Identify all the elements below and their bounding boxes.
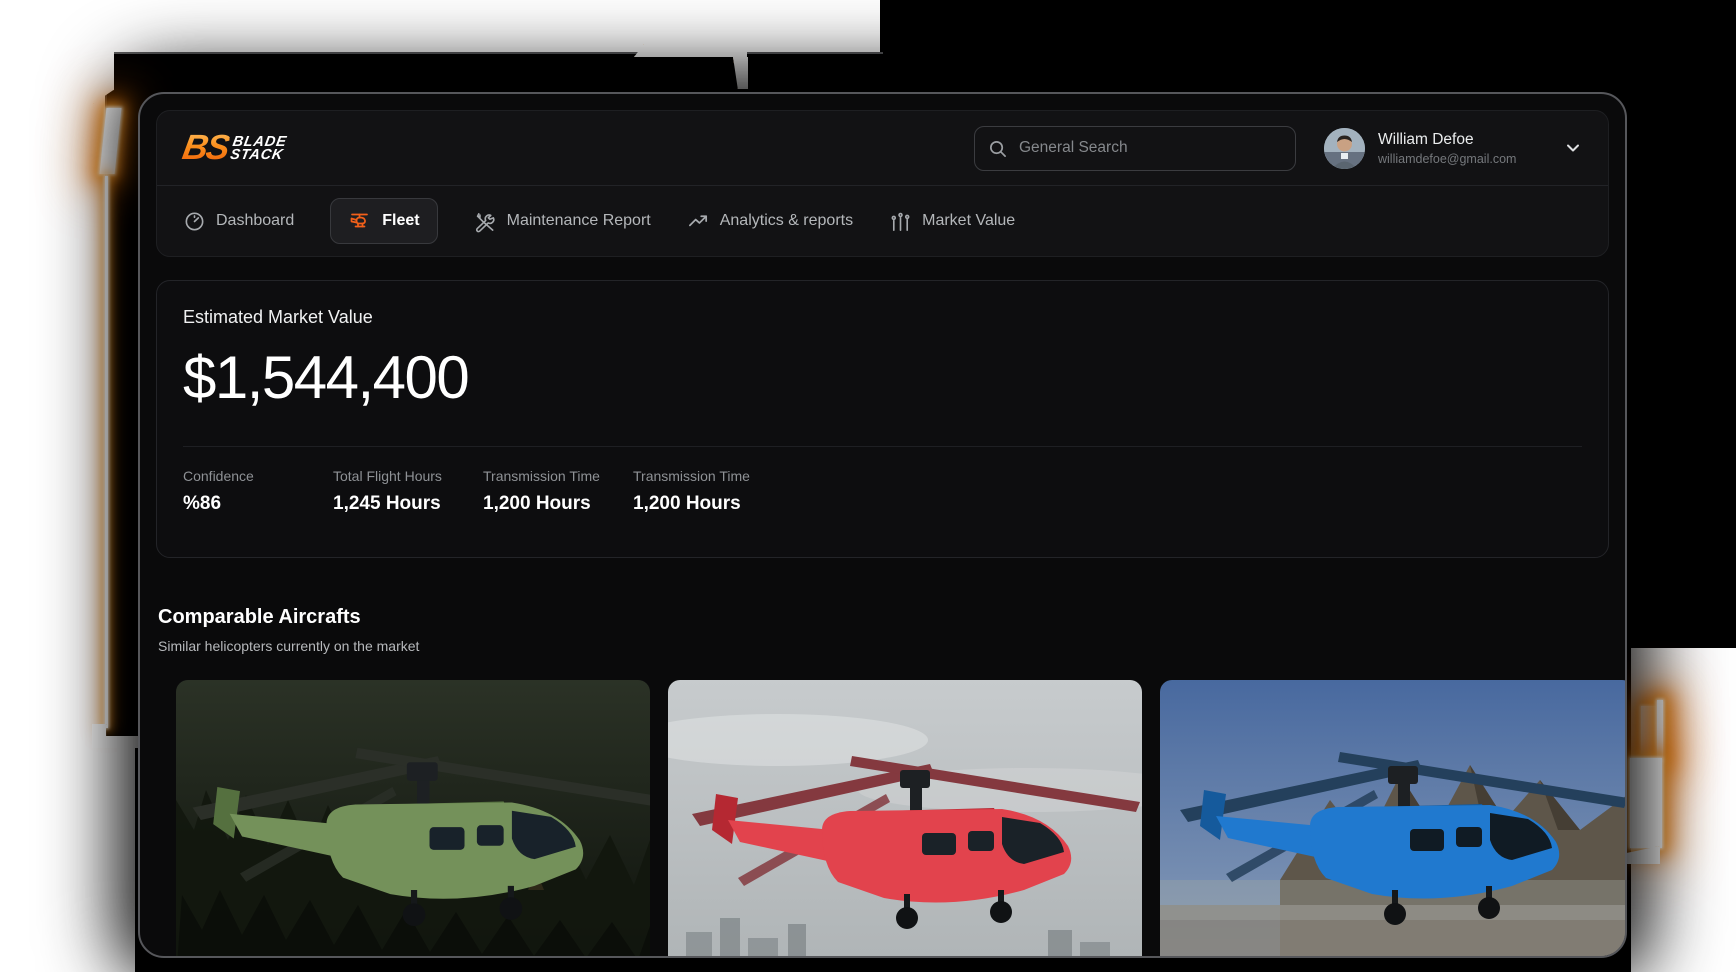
neon-accent-top-bar: [634, 44, 747, 57]
stats-row: Confidence %86 Total Flight Hours 1,245 …: [183, 468, 1582, 515]
market-value-amount: $1,544,400: [183, 343, 1582, 412]
trend-icon: [687, 210, 710, 233]
stat-value: 1,200 Hours: [633, 493, 783, 515]
gauge-icon: [183, 210, 206, 233]
header-row: BS BLADE STACK: [157, 111, 1608, 185]
search-box[interactable]: [974, 126, 1296, 171]
backdrop-top-edge: [105, 52, 883, 54]
stat-value: %86: [183, 493, 333, 515]
brand-logo[interactable]: BS BLADE STACK: [179, 128, 289, 168]
comparable-title: Comparable Aircrafts: [158, 606, 1625, 629]
neon-accent-right-line: [1657, 700, 1663, 762]
stat-label: Confidence: [183, 468, 333, 484]
nav-label: Dashboard: [216, 212, 294, 230]
neon-accent-right-panel: [1630, 758, 1662, 848]
page: BS BLADE STACK: [0, 0, 1736, 972]
aircraft-card-blue[interactable]: [1160, 680, 1627, 958]
stats-divider: [183, 446, 1582, 447]
brand-wordmark: BLADE STACK: [229, 136, 288, 163]
tools-icon: [474, 210, 497, 233]
helicopter-icon: [348, 209, 372, 233]
nav-item-fleet[interactable]: Fleet: [330, 198, 437, 244]
nav-item-market-value[interactable]: Market Value: [889, 210, 1015, 233]
stat-label: Transmission Time: [483, 468, 633, 484]
stat-label: Total Flight Hours: [333, 468, 483, 484]
stat-transmission-time-1: Transmission Time 1,200 Hours: [483, 468, 633, 515]
chevron-down-icon[interactable]: [1564, 139, 1582, 157]
bar-chart-icon: [889, 210, 912, 233]
search-icon: [988, 139, 1007, 158]
user-name: William Defoe: [1378, 131, 1516, 149]
comparable-subtitle: Similar helicopters currently on the mar…: [158, 638, 1625, 654]
nav-label: Maintenance Report: [507, 212, 651, 230]
aircraft-card-red[interactable]: [668, 680, 1142, 958]
market-value-card: Estimated Market Value $1,544,400 Confid…: [156, 280, 1609, 558]
nav-label: Fleet: [382, 212, 419, 230]
nav-label: Market Value: [922, 212, 1015, 230]
nav-label: Analytics & reports: [720, 212, 853, 230]
stat-confidence: Confidence %86: [183, 468, 333, 515]
nav-bar: Dashboard Fleet: [157, 186, 1608, 256]
brand-abbr: BS: [179, 128, 231, 168]
brand-word2: STACK: [229, 149, 285, 163]
avatar[interactable]: [1324, 128, 1365, 169]
profile-texts: William Defoe williamdefoe@gmail.com: [1378, 131, 1516, 166]
user-profile[interactable]: William Defoe williamdefoe@gmail.com: [1324, 128, 1582, 169]
stat-label: Transmission Time: [633, 468, 783, 484]
stat-transmission-time-2: Transmission Time 1,200 Hours: [633, 468, 783, 515]
stat-total-flight-hours: Total Flight Hours 1,245 Hours: [333, 468, 483, 515]
search-input[interactable]: [1017, 138, 1282, 158]
nav-item-analytics-reports[interactable]: Analytics & reports: [687, 210, 853, 233]
market-value-title: Estimated Market Value: [183, 307, 1582, 328]
neon-accent-left-line: [105, 176, 108, 728]
user-email: williamdefoe@gmail.com: [1378, 152, 1516, 166]
nav-item-maintenance-report[interactable]: Maintenance Report: [474, 210, 651, 233]
neon-accent-right-notch: [1641, 706, 1656, 754]
stat-value: 1,200 Hours: [483, 493, 633, 515]
comparable-cards: [176, 680, 1625, 958]
header-panel: BS BLADE STACK: [156, 110, 1609, 257]
stat-value: 1,245 Hours: [333, 493, 483, 515]
aircraft-card-green[interactable]: [176, 680, 650, 958]
app-window: BS BLADE STACK: [138, 92, 1627, 958]
nav-item-dashboard[interactable]: Dashboard: [183, 210, 294, 233]
comparable-section: Comparable Aircrafts Similar helicopters…: [156, 606, 1625, 958]
